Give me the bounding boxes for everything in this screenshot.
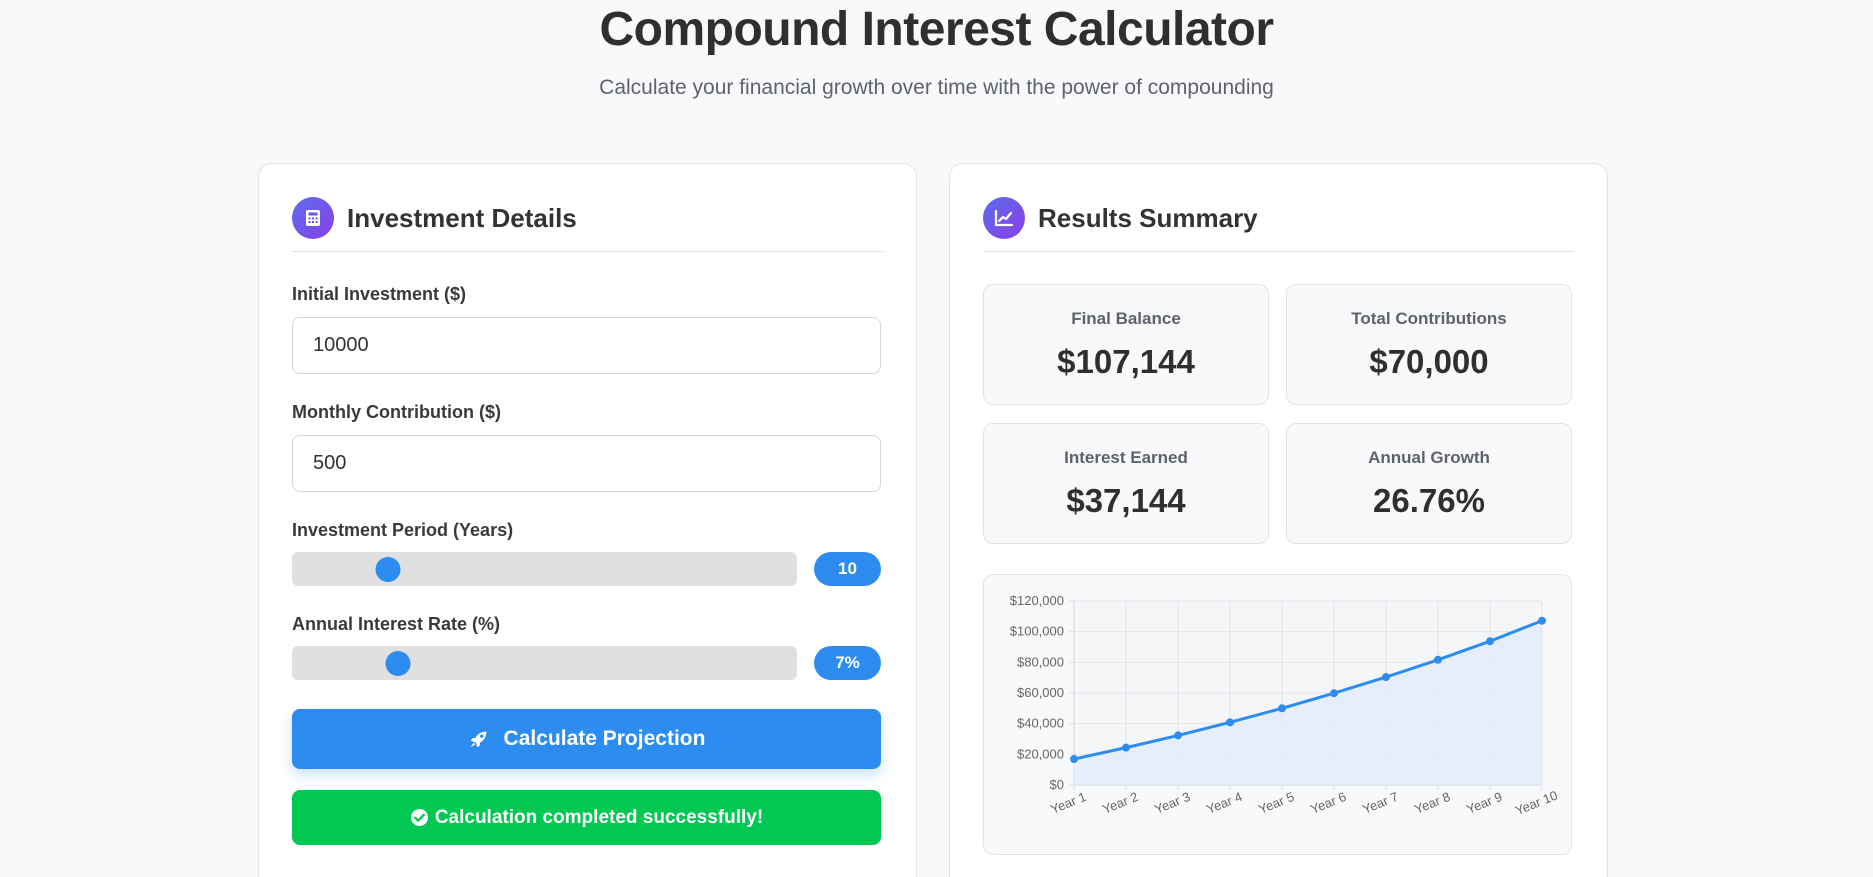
data-point [1278,704,1286,713]
final-balance-label: Final Balance [1071,309,1181,328]
x-tick-label: Year 6 [1308,789,1348,817]
total-contributions-label: Total Contributions [1351,309,1507,328]
monthly-contribution-label: Monthly Contribution ($) [292,402,501,422]
x-tick-label: Year 4 [1204,789,1244,817]
y-tick-label: $120,000 [1010,593,1064,608]
y-tick-label: $20,000 [1017,746,1064,761]
interest-earned-card: Interest Earned $37,144 [983,423,1269,544]
page-title: Compound Interest Calculator [599,3,1274,56]
y-tick-label: $40,000 [1017,716,1064,731]
y-tick-label: $60,000 [1017,685,1064,700]
success-message-text: Calculation completed successfully! [434,806,764,828]
final-balance-card: Final Balance $107,144 [983,284,1269,405]
investment-details-header: Investment Details [292,197,883,252]
x-tick-label: Year 5 [1256,789,1296,817]
rocket-icon [470,731,486,748]
data-point [1382,673,1390,682]
data-point [1122,743,1130,752]
interest-rate-value-badge: 7% [814,646,881,680]
x-tick-label: Year 7 [1360,789,1400,817]
data-point [1070,755,1078,764]
data-point [1330,689,1338,698]
investment-details-title: Investment Details [347,203,577,233]
annual-growth-value: 26.76% [1373,482,1485,519]
investment-details-card: Investment Details Initial Investment ($… [258,163,917,877]
investment-period-label: Investment Period (Years) [292,520,514,540]
x-tick-label: Year 8 [1412,789,1452,817]
calculator-icon [292,197,334,239]
investment-period-slider-thumb[interactable] [375,557,401,582]
growth-chart: $0 $20,000 $40,000 $60,000 $80,000 $100,000 $1… [983,574,1572,855]
page-subtitle: Calculate your financial growth over tim… [599,76,1274,99]
x-tick-label: Year 3 [1152,789,1192,817]
chart-line-icon [983,197,1025,239]
interest-rate-slider-thumb[interactable] [385,651,411,676]
check-circle-icon [410,808,428,827]
x-tick-label: Year 9 [1464,789,1504,817]
calculate-projection-button[interactable]: Calculate Projection [292,709,881,769]
y-tick-label: $80,000 [1017,654,1064,669]
growth-chart-svg: $0 $20,000 $40,000 $60,000 $80,000 $100,000 $1… [1010,593,1560,819]
data-point [1538,616,1546,625]
total-contributions-value: $70,000 [1369,343,1489,380]
x-tick-label: Year 1 [1048,789,1088,817]
results-summary-card: Results Summary Final Balance $107,144 T… [949,163,1608,877]
data-point [1486,637,1494,646]
results-summary-header: Results Summary [983,197,1574,252]
x-tick-label: Year 10 [1513,788,1560,819]
final-balance-value: $107,144 [1057,343,1195,380]
interest-rate-slider[interactable] [292,646,797,680]
monthly-contribution-input[interactable] [292,435,881,492]
x-tick-label: Year 2 [1100,789,1140,817]
data-point [1226,718,1234,727]
investment-period-value-badge: 10 [814,552,881,586]
annual-growth-card: Annual Growth 26.76% [1286,423,1572,544]
data-point [1434,655,1442,664]
initial-investment-label: Initial Investment ($) [292,284,467,304]
y-tick-label: $0 [1050,777,1064,792]
calculate-projection-label: Calculate Projection [503,727,706,750]
results-summary-title: Results Summary [1038,203,1258,233]
success-message: Calculation completed successfully! [292,790,881,845]
y-tick-label: $100,000 [1010,624,1064,639]
interest-rate-label: Annual Interest Rate (%) [292,614,501,634]
interest-earned-value: $37,144 [1066,482,1186,519]
total-contributions-card: Total Contributions $70,000 [1286,284,1572,405]
initial-investment-input[interactable] [292,317,881,374]
annual-growth-label: Annual Growth [1368,448,1490,467]
investment-period-slider[interactable] [292,552,797,586]
data-point [1174,731,1182,740]
interest-earned-label: Interest Earned [1064,448,1188,467]
